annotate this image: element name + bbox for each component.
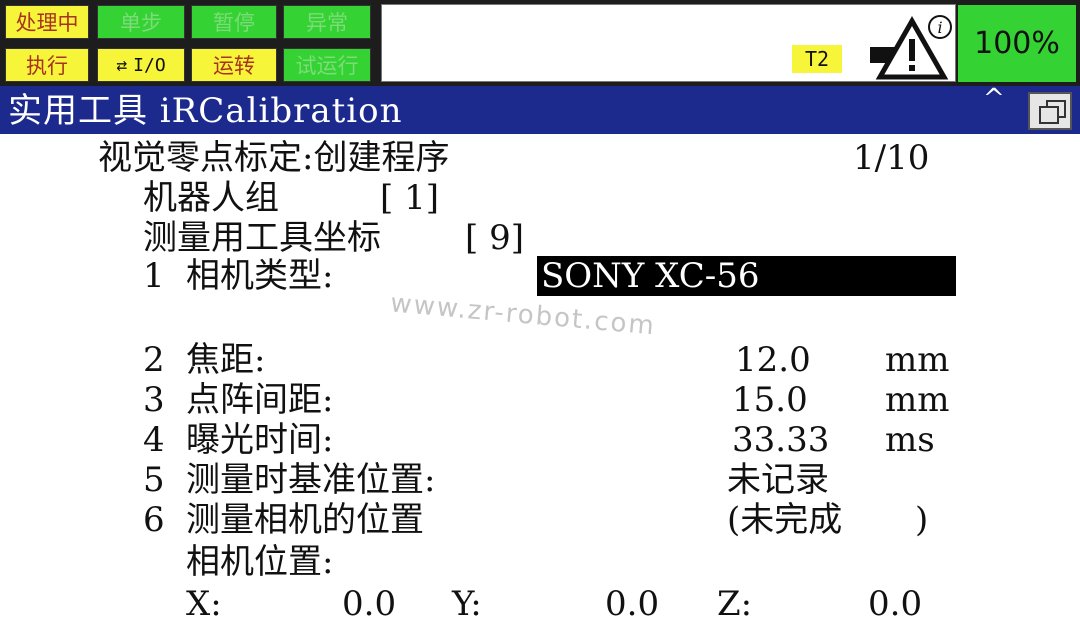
status-hold: 暂停 xyxy=(191,5,277,39)
mode-label: T2 xyxy=(804,47,830,71)
camera-measure-status[interactable]: (未完成 xyxy=(727,500,842,540)
item-5-label: 测量时基准位置: xyxy=(186,460,436,500)
override-label: 100% xyxy=(974,26,1060,61)
grid-spacing-value[interactable]: 15.0 xyxy=(732,380,808,420)
status-test-cycle-label: 试运行 xyxy=(295,54,359,78)
window-restore-icon-front xyxy=(1039,106,1059,124)
mode-badge: T2 xyxy=(792,45,842,73)
item-2-number: 2 xyxy=(143,340,165,380)
camera-measure-status-close: ) xyxy=(915,500,929,540)
item-6-label: 测量相机的位置 xyxy=(186,500,424,540)
y-label: Y: xyxy=(452,584,482,624)
status-busy-label: 处理中 xyxy=(15,11,79,35)
title-bar: 实用工具 iRCalibration ^ xyxy=(0,84,1080,134)
y-value: 0.0 xyxy=(605,584,660,624)
status-run: 执行 xyxy=(5,48,89,82)
status-io-label: I/O xyxy=(133,54,166,76)
item-4-number: 4 xyxy=(143,420,165,460)
tool-frame-label: 测量用工具坐标 xyxy=(143,218,381,258)
tool-frame-value[interactable]: [ 9] xyxy=(465,218,524,258)
exposure-time-unit: ms xyxy=(885,420,935,460)
status-prod: 运转 xyxy=(191,48,277,82)
reference-position-value[interactable]: 未记录 xyxy=(727,460,829,500)
override-indicator[interactable]: 100% xyxy=(958,5,1076,82)
item-1-label: 相机类型: xyxy=(186,256,334,296)
status-io: ⇄ I/O xyxy=(97,48,185,82)
status-busy: 处理中 xyxy=(5,5,89,39)
io-icon: ⇄ xyxy=(116,54,128,76)
status-hold-label: 暂停 xyxy=(213,11,255,35)
x-label: X: xyxy=(186,584,222,624)
scroll-up-caret[interactable]: ^ xyxy=(983,74,1005,124)
status-fault-label: 异常 xyxy=(306,11,348,35)
item-2-label: 焦距: xyxy=(186,340,266,380)
page-title: 实用工具 iRCalibration xyxy=(8,91,403,131)
status-step: 单步 xyxy=(97,5,185,39)
item-4-label: 曝光时间: xyxy=(186,420,334,460)
item-3-label: 点阵间距: xyxy=(186,380,334,420)
status-run-label: 执行 xyxy=(26,54,68,78)
robot-group-label: 机器人组 xyxy=(143,178,279,218)
message-area: T2 i xyxy=(381,4,956,82)
screen-header: 视觉零点标定:创建程序 xyxy=(98,138,450,178)
focal-length-value[interactable]: 12.0 xyxy=(735,340,811,380)
warning-triangle-icon: i xyxy=(870,15,952,80)
item-3-number: 3 xyxy=(143,380,165,420)
z-label: Z: xyxy=(717,584,753,624)
z-value: 0.0 xyxy=(868,584,923,624)
window-toggle-button[interactable] xyxy=(1028,92,1072,130)
camera-position-label: 相机位置: xyxy=(186,542,334,582)
item-6-number: 6 xyxy=(143,500,165,540)
item-1-number: 1 xyxy=(143,256,165,296)
camera-type-field[interactable]: SONY XC-56 xyxy=(537,256,956,296)
focal-length-unit: mm xyxy=(885,340,950,380)
robot-group-value[interactable]: [ 1] xyxy=(380,178,439,218)
page-indicator: 1/10 xyxy=(853,138,930,178)
exposure-time-value[interactable]: 33.33 xyxy=(732,420,829,460)
x-value: 0.0 xyxy=(342,584,397,624)
item-5-number: 5 xyxy=(143,460,165,500)
status-step-label: 单步 xyxy=(120,11,162,35)
svg-text:i: i xyxy=(937,18,942,37)
status-fault: 异常 xyxy=(283,5,371,39)
status-bar: 处理中 单步 暂停 异常 执行 ⇄ I/O 运转 试运行 T2 i 100% xyxy=(0,0,1080,86)
status-test-cycle: 试运行 xyxy=(283,48,371,82)
grid-spacing-unit: mm xyxy=(885,380,950,420)
status-prod-label: 运转 xyxy=(213,54,255,78)
watermark: www.zr-robot.com xyxy=(389,288,657,342)
